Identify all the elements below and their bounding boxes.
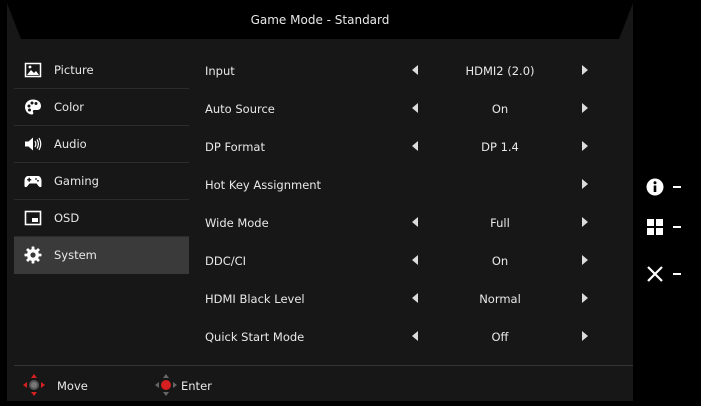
sidebar-item-system[interactable]: System (14, 237, 189, 274)
close-key[interactable] (645, 264, 701, 294)
setting-row-wide-mode[interactable]: Wide Mode Full (197, 204, 597, 242)
sidebar-item-color[interactable]: Color (14, 89, 189, 126)
menu-key[interactable] (645, 217, 701, 247)
info-icon (646, 178, 664, 196)
arrow-left-icon[interactable] (412, 255, 418, 265)
gamepad-icon (24, 176, 42, 188)
setting-value: HDMI2 (2.0) (465, 64, 535, 78)
setting-value: Normal (479, 292, 521, 306)
osd-menu: Game Mode - Standard Picture Color Audio… (7, 3, 633, 401)
arrow-left-icon[interactable] (412, 65, 418, 75)
footer-divider (14, 365, 633, 366)
setting-row-input[interactable]: Input HDMI2 (2.0) (197, 52, 597, 90)
arrow-left-icon[interactable] (412, 217, 418, 227)
sidebar-item-label: Color (54, 100, 85, 114)
gear-icon (24, 246, 42, 264)
dash-icon (673, 273, 681, 275)
sidebar-item-osd[interactable]: OSD (14, 200, 189, 237)
sidebar-item-label: System (54, 248, 97, 262)
enter-label: Enter (181, 379, 212, 393)
arrow-left-icon[interactable] (412, 293, 418, 303)
setting-value: DP 1.4 (481, 140, 519, 154)
close-icon (647, 266, 663, 282)
arrow-right-icon[interactable] (582, 141, 588, 151)
arrow-right-icon[interactable] (582, 255, 588, 265)
setting-value: On (491, 254, 509, 268)
page-title: Game Mode - Standard (250, 13, 390, 27)
setting-row-auto-source[interactable]: Auto Source On (197, 90, 597, 128)
setting-value: On (491, 102, 509, 116)
arrow-right-icon[interactable] (582, 65, 588, 75)
osd-icon (24, 210, 42, 226)
setting-label: Input (205, 64, 235, 78)
setting-row-hdmi-black-level[interactable]: HDMI Black Level Normal (197, 280, 597, 318)
arrow-left-icon[interactable] (412, 331, 418, 341)
arrow-right-icon[interactable] (582, 293, 588, 303)
sidebar-item-picture[interactable]: Picture (14, 52, 189, 89)
sidebar-item-audio[interactable]: Audio (14, 126, 189, 163)
setting-row-hot-key-assignment[interactable]: Hot Key Assignment (197, 166, 597, 204)
settings-list: Input HDMI2 (2.0) Auto Source On DP Form… (197, 52, 597, 356)
sidebar-item-label: Picture (54, 63, 94, 77)
arrow-right-icon[interactable] (582, 103, 588, 113)
menu-grid-icon (647, 219, 663, 235)
dash-icon (673, 186, 681, 188)
header-bar: Game Mode - Standard (7, 3, 633, 43)
setting-label: DDC/CI (205, 254, 247, 268)
arrow-right-icon[interactable] (582, 217, 588, 227)
arrow-right-icon[interactable] (582, 331, 588, 341)
sidebar-item-label: OSD (54, 211, 80, 225)
setting-row-ddc-ci[interactable]: DDC/CI On (197, 242, 597, 280)
setting-label: Auto Source (205, 102, 275, 116)
setting-label: Hot Key Assignment (205, 178, 322, 192)
setting-label: Quick Start Mode (205, 330, 305, 344)
info-key[interactable] (645, 177, 701, 207)
enter-dpad-icon (155, 374, 177, 396)
sidebar-item-label: Audio (54, 137, 87, 151)
setting-label: HDMI Black Level (205, 292, 305, 306)
setting-label: DP Format (205, 140, 265, 154)
move-label: Move (57, 379, 88, 393)
arrow-left-icon[interactable] (412, 103, 418, 113)
arrow-right-icon[interactable] (582, 179, 588, 189)
dash-icon (673, 226, 681, 228)
setting-row-quick-start-mode[interactable]: Quick Start Mode Off (197, 318, 597, 356)
setting-label: Wide Mode (205, 216, 269, 230)
setting-row-dp-format[interactable]: DP Format DP 1.4 (197, 128, 597, 166)
arrow-left-icon[interactable] (412, 141, 418, 151)
setting-value: Full (490, 216, 510, 230)
palette-icon (25, 99, 41, 115)
move-dpad-icon (23, 374, 45, 396)
sidebar-item-gaming[interactable]: Gaming (14, 163, 189, 200)
footer-hints: Move Enter (7, 370, 633, 400)
picture-icon (24, 62, 42, 78)
sidebar-item-label: Gaming (54, 174, 99, 188)
sidebar: Picture Color Audio Gaming OSD System (14, 52, 189, 274)
setting-value: Off (491, 330, 509, 344)
speaker-icon (25, 137, 42, 151)
